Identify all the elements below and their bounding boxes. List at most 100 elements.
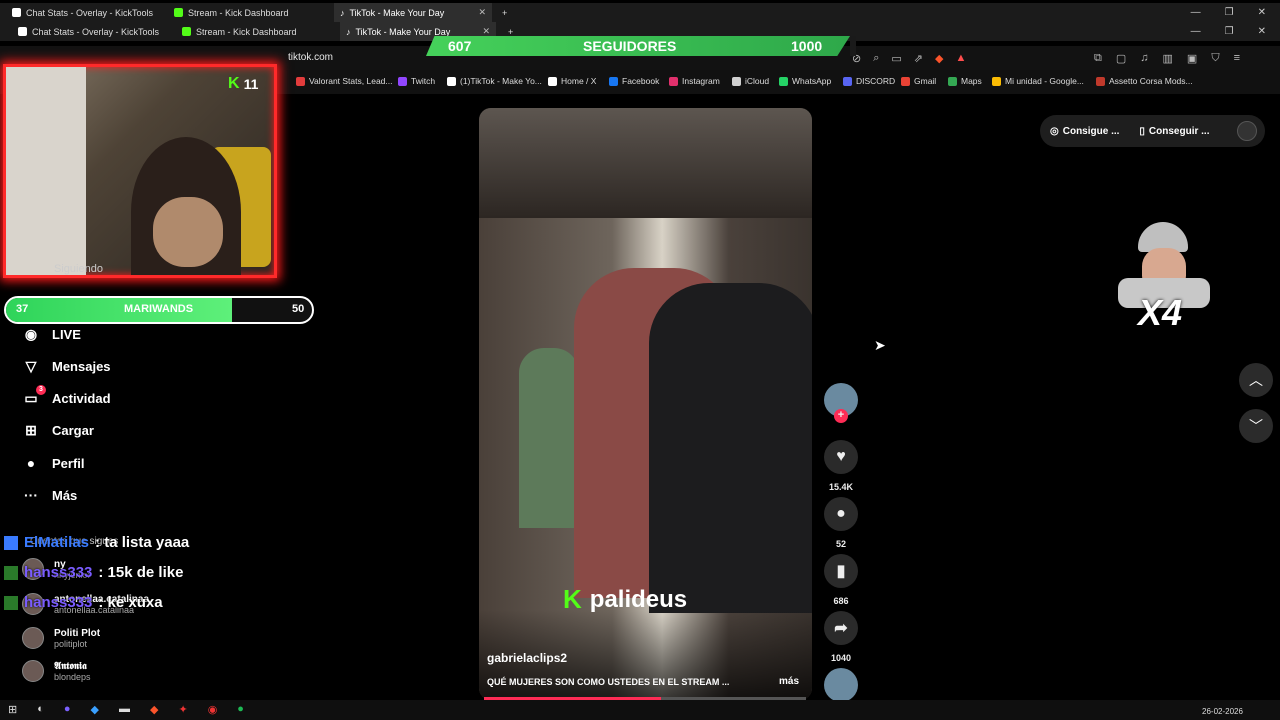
share-arrow-icon[interactable]: ➦ — [824, 611, 858, 645]
tab-tiktok[interactable]: ♪ TikTok - Make Your Day ✕ — [334, 3, 492, 22]
video-player[interactable]: K palideus gabrielaclips2 QUÉ MUJERES SO… — [479, 108, 812, 700]
brave-shield-icon[interactable]: ◆ — [935, 52, 943, 65]
sidebar-item-más[interactable]: ··· Más — [22, 483, 222, 507]
bookmark-label: DISCORD — [856, 76, 896, 86]
like-action[interactable]: ♥ 15.4K — [822, 440, 860, 492]
bookmark-icon[interactable]: ▮ — [824, 554, 858, 588]
chat-message: ElMatilas: ta lista yaaa — [4, 534, 189, 551]
page-actions: ⊘ ⌕ ▭ ⇗ ◆ ▲ — [852, 52, 966, 65]
next-video-button[interactable]: ﹀ — [1239, 409, 1273, 443]
bookmark-item[interactable]: Mi unidad - Google... — [992, 76, 1084, 86]
tab-chat-stats-2[interactable]: Chat Stats - Overlay - KickTools — [12, 22, 172, 41]
bookmark-favicon-icon — [901, 76, 910, 86]
sidebar-item-label: Perfil — [52, 455, 85, 471]
video-top-frame — [479, 108, 812, 218]
close-window-icon[interactable]: ✕ — [1258, 26, 1266, 37]
rewards-icon[interactable]: ▲ — [955, 52, 966, 65]
bookmark-item[interactable]: Gmail — [901, 76, 936, 86]
heart-icon[interactable]: ♥ — [824, 440, 858, 474]
sub-goal-current: 37 — [16, 303, 29, 315]
share-icon[interactable]: ⇗ — [914, 52, 923, 65]
caption-more-link[interactable]: más — [779, 676, 799, 687]
bookmark-item[interactable]: Home / X — [548, 76, 596, 86]
sidebar-item-perfil[interactable]: ● Perfil — [22, 451, 222, 475]
app-icon[interactable]: ◆ — [91, 703, 99, 716]
bookmark-item[interactable]: iCloud — [732, 76, 769, 86]
account-name: Politi Plot — [54, 627, 101, 639]
get-app-button[interactable]: ▯ Conseguir ... — [1139, 126, 1209, 137]
comment-icon[interactable]: ● — [824, 497, 858, 531]
maximize-icon[interactable]: ❐ — [1225, 26, 1234, 37]
minimize-icon[interactable]: — — [1191, 26, 1201, 37]
bookmark-item[interactable]: WhatsApp — [779, 76, 831, 86]
save-action[interactable]: ▮ 686 — [822, 554, 860, 606]
cast-icon[interactable]: ▭ — [891, 52, 901, 65]
minimize-icon[interactable]: — — [1191, 7, 1201, 18]
maximize-icon[interactable]: ❐ — [1225, 7, 1234, 18]
follow-plus-icon[interactable]: + — [834, 409, 848, 423]
comment-action[interactable]: ● 52 — [822, 497, 860, 549]
following-account[interactable]: Politi Plot politiplot — [22, 627, 100, 649]
wallet-icon[interactable]: ▣ — [1187, 52, 1197, 65]
send-icon: ▽ — [25, 357, 37, 374]
app-icon[interactable]: ✦ — [178, 703, 187, 716]
new-tab-button[interactable]: + — [496, 3, 513, 22]
brave-icon[interactable]: ◆ — [150, 703, 158, 716]
bookmark-item[interactable]: Assetto Corsa Mods... — [1096, 76, 1193, 86]
tab-kick-dashboard-2[interactable]: Stream - Kick Dashboard — [176, 22, 336, 41]
url-field[interactable]: tiktok.com — [288, 52, 333, 63]
plus-icon: + — [502, 7, 508, 18]
get-app-panel: ◎ Consigue ... ▯ Conseguir ... — [1040, 115, 1265, 147]
kick-icon: K — [563, 584, 582, 614]
creator-avatar[interactable]: + — [822, 383, 860, 425]
sidebar-item-label: Mensajes — [52, 358, 111, 374]
sidebar-item-label: Cargar — [52, 422, 94, 438]
app-icon[interactable]: ● — [64, 703, 71, 716]
bookmark-item[interactable]: Valorant Stats, Lead... — [296, 76, 392, 86]
phone-icon: ▯ — [1139, 125, 1145, 137]
previous-video-button[interactable]: ︿ — [1239, 363, 1273, 397]
close-window-icon[interactable]: ✕ — [1258, 7, 1266, 18]
profile-avatar[interactable] — [1237, 121, 1257, 141]
tab-bar-top: Chat Stats - Overlay - KickTools Stream … — [0, 3, 1280, 22]
sidebar-item-cargar[interactable]: ⊞ Cargar — [22, 418, 222, 442]
extension-toolbar: ⧉ ▢ ♫ ▥ ▣ ⛉ ≡ — [1094, 52, 1240, 65]
start-icon[interactable]: ⊞ — [8, 703, 17, 716]
get-coins-button[interactable]: ◎ Consigue ... — [1050, 126, 1119, 137]
following-account[interactable]: 𝕬𝖓𝖙𝖔𝖓𝖎𝖆 blondeps — [22, 660, 91, 682]
search-icon[interactable]: ◐ — [37, 703, 44, 716]
spotify-icon[interactable]: ● — [237, 703, 244, 716]
app-icon[interactable]: ◉ — [208, 703, 218, 716]
bookmark-item[interactable]: Facebook — [609, 76, 659, 86]
zoom-icon[interactable]: ⌕ — [873, 52, 879, 65]
shield-icon[interactable]: ⛉ — [1211, 52, 1219, 65]
screenshot-icon[interactable]: ▢ — [1116, 52, 1126, 65]
video-username[interactable]: gabrielaclips2 — [487, 651, 567, 665]
menu-icon[interactable]: ≡ — [1234, 52, 1240, 65]
sidebar-item-live[interactable]: ◉ LIVE — [22, 322, 222, 346]
sidebar-item-actividad[interactable]: ▭ 3 Actividad — [22, 385, 222, 410]
bookmark-item[interactable]: Instagram — [669, 76, 720, 86]
bookmark-favicon-icon — [732, 76, 741, 86]
sidebar-item-mensajes[interactable]: ▽ Mensajes — [22, 354, 222, 378]
taskbar-apps: ⊞ ◐ ● ◆ ▬ ◆ ✦ ◉ ● — [8, 703, 244, 716]
bookmark-favicon-icon — [447, 76, 456, 86]
music-disc-icon[interactable] — [824, 668, 858, 702]
tab-kick-dashboard[interactable]: Stream - Kick Dashboard — [168, 3, 332, 22]
notification-badge: 3 — [36, 385, 46, 395]
app-icon[interactable]: ▬ — [119, 703, 130, 716]
sidebar-icon[interactable]: ▥ — [1163, 52, 1173, 65]
bookmark-item[interactable]: Maps — [948, 76, 982, 86]
music-icon[interactable]: ♫ — [1140, 52, 1148, 65]
chat-username: hanss333 — [24, 564, 93, 581]
video-figure-right — [649, 283, 812, 613]
extension-icon[interactable]: ⧉ — [1094, 52, 1102, 65]
bookmark-label: WhatsApp — [792, 76, 832, 86]
bookmark-item[interactable]: Twitch — [398, 76, 435, 86]
close-tab-icon[interactable]: ✕ — [454, 7, 486, 18]
tab-chat-stats[interactable]: Chat Stats - Overlay - KickTools — [6, 3, 166, 22]
bookmark-item[interactable]: (1)TikTok - Make Yo... — [447, 76, 542, 86]
bookmark-item[interactable]: DISCORD — [843, 76, 895, 86]
share-action[interactable]: ➦ 1040 — [822, 611, 860, 663]
tiktok-icon: ♪ — [340, 7, 345, 18]
